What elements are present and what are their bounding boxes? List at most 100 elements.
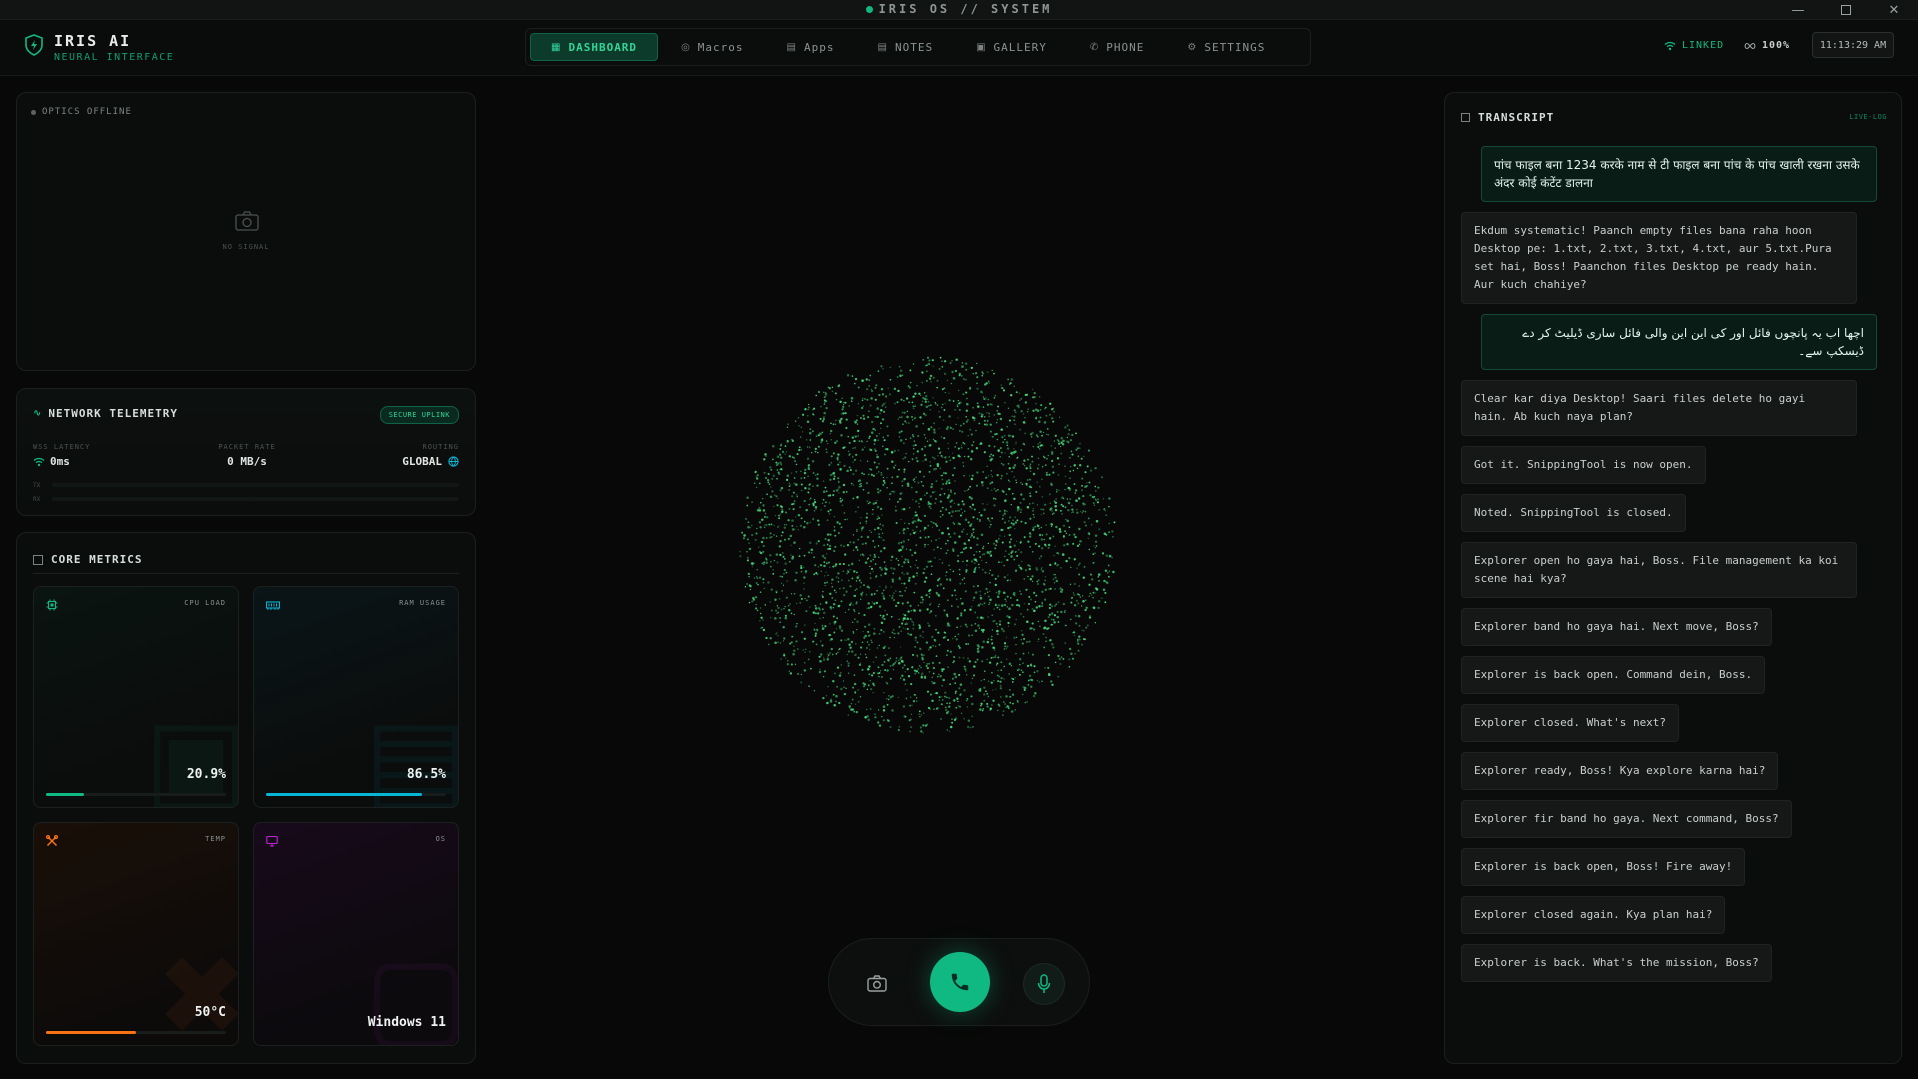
tab-notes[interactable]: ▤ NOTES xyxy=(858,33,954,61)
orb-particle xyxy=(1052,407,1054,410)
orb-particle xyxy=(990,703,993,706)
tab-gallery[interactable]: ▣ GALLERY xyxy=(956,33,1067,61)
orb-particle xyxy=(862,682,865,685)
orb-particle xyxy=(739,550,742,553)
orb-particle xyxy=(922,475,926,478)
orb-particle xyxy=(929,377,932,381)
orb-particle xyxy=(788,489,791,491)
orb-particle xyxy=(842,545,845,548)
orb-particle xyxy=(1014,623,1016,626)
orb-particle xyxy=(869,554,872,557)
orb-particle xyxy=(932,682,935,685)
orb-particle xyxy=(854,690,856,693)
call-button[interactable] xyxy=(930,952,990,1012)
orb-particle xyxy=(852,549,855,551)
orb-particle xyxy=(830,422,832,425)
orb-particle xyxy=(862,488,865,491)
orb-particle xyxy=(791,524,794,527)
orb-particle xyxy=(823,575,826,577)
orb-particle xyxy=(1066,436,1069,439)
orb-particle xyxy=(1072,469,1075,472)
orb-particle xyxy=(978,550,981,553)
orb-particle xyxy=(790,663,793,666)
ai-message: Explorer is back open, Boss! Fire away! xyxy=(1461,848,1746,886)
orb-particle xyxy=(947,666,949,668)
orb-particle xyxy=(1061,496,1064,499)
orb-particle xyxy=(797,529,800,531)
orb-particle xyxy=(850,640,854,644)
orb-particle xyxy=(839,671,842,674)
orb-particle xyxy=(787,537,790,540)
orb-particle xyxy=(803,576,806,579)
orb-particle xyxy=(857,689,859,691)
orb-particle xyxy=(950,382,953,385)
tab-apps[interactable]: ▤ Apps xyxy=(767,33,855,61)
orb-particle xyxy=(1030,685,1033,688)
minimize-button[interactable]: — xyxy=(1774,0,1822,20)
orb-particle xyxy=(1044,543,1047,546)
orb-particle xyxy=(742,537,745,540)
orb-particle xyxy=(912,529,914,531)
tab-settings[interactable]: ⚙ SETTINGS xyxy=(1167,33,1285,61)
tab-dashboard[interactable]: ▦ DASHBOARD xyxy=(530,33,659,61)
optics-label: OPTICS OFFLINE xyxy=(42,107,132,117)
orb-particle xyxy=(906,410,909,413)
orb-particle xyxy=(997,449,1000,452)
orb-particle xyxy=(945,711,949,715)
orb-particle xyxy=(922,654,925,657)
orb-particle xyxy=(913,440,916,442)
orb-particle xyxy=(753,577,756,579)
orb-particle xyxy=(874,429,877,431)
orb-particle xyxy=(966,564,968,566)
orb-particle xyxy=(882,445,884,448)
orb-particle xyxy=(865,520,868,523)
orb-particle xyxy=(823,411,826,415)
apps-icon: ▤ xyxy=(786,41,797,53)
orb-particle xyxy=(869,374,872,377)
orb-particle xyxy=(836,458,839,461)
orb-particle xyxy=(1048,673,1051,677)
orb-particle xyxy=(927,622,929,624)
orb-particle xyxy=(837,477,840,480)
orb-particle xyxy=(949,500,952,503)
orb-particle xyxy=(924,724,927,727)
orb-particle xyxy=(809,439,812,441)
orb-particle xyxy=(993,487,996,490)
orb-particle xyxy=(899,416,901,418)
orb-particle xyxy=(839,500,843,503)
camera-button[interactable] xyxy=(859,965,895,1001)
orb-particle xyxy=(852,534,855,536)
orb-particle xyxy=(878,462,880,465)
orb-particle xyxy=(1013,476,1015,478)
orb-particle xyxy=(1047,546,1050,549)
orb-particle xyxy=(1047,454,1049,457)
cpu-value: 20.9% xyxy=(186,767,226,782)
orb-particle xyxy=(1024,417,1026,419)
orb-particle xyxy=(1023,459,1026,462)
orb-particle xyxy=(1011,453,1014,456)
orb-particle xyxy=(1018,549,1020,551)
orb-particle xyxy=(769,532,772,535)
orb-particle xyxy=(868,673,871,676)
close-button[interactable]: ✕ xyxy=(1870,0,1918,20)
orb-particle xyxy=(770,560,772,563)
orb-particle xyxy=(773,559,776,562)
orb-particle xyxy=(903,573,905,576)
tab-phone[interactable]: ✆ PHONE xyxy=(1070,33,1165,61)
microphone-button[interactable] xyxy=(1023,963,1065,1005)
orb-particle xyxy=(991,481,994,484)
orb-particle xyxy=(911,434,914,436)
orb-particle xyxy=(905,438,907,441)
orb-particle xyxy=(979,596,983,600)
orb-particle xyxy=(1016,519,1019,522)
orb-particle xyxy=(838,485,841,489)
orb-particle xyxy=(789,672,793,675)
orb-particle xyxy=(1064,530,1066,532)
maximize-button[interactable] xyxy=(1822,0,1870,20)
orb-particle xyxy=(805,508,808,512)
orb-particle xyxy=(1051,612,1054,615)
orb-particle xyxy=(880,574,883,577)
orb-particle xyxy=(812,472,815,474)
orb-particle xyxy=(949,683,952,686)
tab-macros[interactable]: ◎ Macros xyxy=(661,33,763,61)
